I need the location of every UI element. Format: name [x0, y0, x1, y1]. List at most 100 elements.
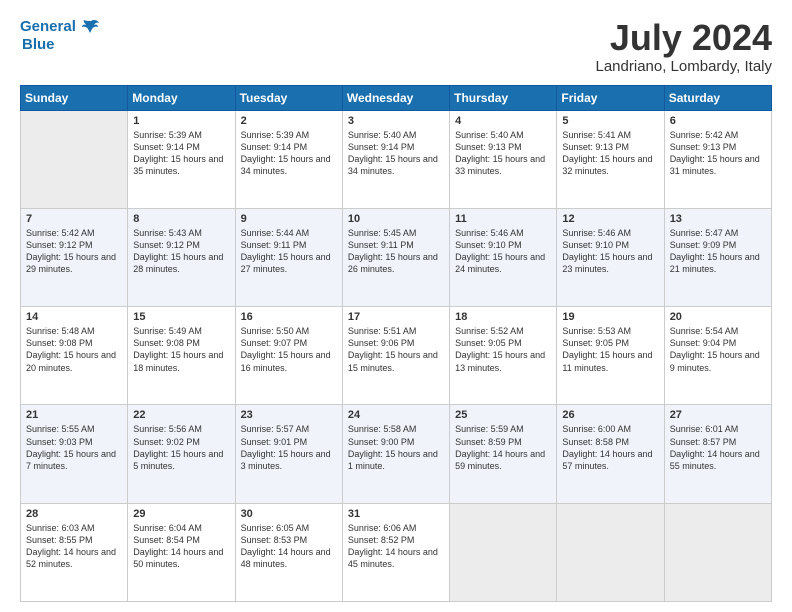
calendar-cell	[664, 503, 771, 601]
calendar-table: SundayMondayTuesdayWednesdayThursdayFrid…	[20, 85, 772, 602]
day-info: Sunrise: 5:48 AMSunset: 9:08 PMDaylight:…	[26, 325, 122, 374]
day-number: 2	[241, 115, 337, 127]
day-info: Sunrise: 5:55 AMSunset: 9:03 PMDaylight:…	[26, 423, 122, 472]
day-info: Sunrise: 5:44 AMSunset: 9:11 PMDaylight:…	[241, 227, 337, 276]
calendar-cell: 28 Sunrise: 6:03 AMSunset: 8:55 PMDaylig…	[21, 503, 128, 601]
title-block: July 2024 Landriano, Lombardy, Italy	[596, 18, 773, 75]
calendar-cell: 21 Sunrise: 5:55 AMSunset: 9:03 PMDaylig…	[21, 405, 128, 503]
day-number: 27	[670, 409, 766, 421]
calendar-cell: 22 Sunrise: 5:56 AMSunset: 9:02 PMDaylig…	[128, 405, 235, 503]
day-info: Sunrise: 5:56 AMSunset: 9:02 PMDaylight:…	[133, 423, 229, 472]
day-number: 21	[26, 409, 122, 421]
day-number: 10	[348, 213, 444, 225]
day-number: 16	[241, 311, 337, 323]
page: General Blue July 2024 Landriano, Lombar…	[0, 0, 792, 612]
day-number: 30	[241, 508, 337, 520]
day-number: 7	[26, 213, 122, 225]
calendar-cell: 12 Sunrise: 5:46 AMSunset: 9:10 PMDaylig…	[557, 208, 664, 306]
day-number: 24	[348, 409, 444, 421]
day-info: Sunrise: 5:58 AMSunset: 9:00 PMDaylight:…	[348, 423, 444, 472]
month-title: July 2024	[596, 18, 773, 58]
calendar-cell: 27 Sunrise: 6:01 AMSunset: 8:57 PMDaylig…	[664, 405, 771, 503]
calendar-cell: 16 Sunrise: 5:50 AMSunset: 9:07 PMDaylig…	[235, 307, 342, 405]
day-info: Sunrise: 5:57 AMSunset: 9:01 PMDaylight:…	[241, 423, 337, 472]
logo-blue: Blue	[22, 36, 100, 53]
day-number: 18	[455, 311, 551, 323]
logo-bird-icon	[82, 19, 100, 35]
day-info: Sunrise: 5:42 AMSunset: 9:12 PMDaylight:…	[26, 227, 122, 276]
calendar-cell: 25 Sunrise: 5:59 AMSunset: 8:59 PMDaylig…	[450, 405, 557, 503]
calendar-cell: 17 Sunrise: 5:51 AMSunset: 9:06 PMDaylig…	[342, 307, 449, 405]
day-info: Sunrise: 5:59 AMSunset: 8:59 PMDaylight:…	[455, 423, 551, 472]
weekday-header-wednesday: Wednesday	[342, 85, 449, 110]
calendar-cell: 20 Sunrise: 5:54 AMSunset: 9:04 PMDaylig…	[664, 307, 771, 405]
logo: General Blue	[20, 18, 100, 53]
day-number: 13	[670, 213, 766, 225]
day-number: 22	[133, 409, 229, 421]
day-number: 26	[562, 409, 658, 421]
weekday-header-tuesday: Tuesday	[235, 85, 342, 110]
day-number: 1	[133, 115, 229, 127]
weekday-header-friday: Friday	[557, 85, 664, 110]
calendar-cell: 29 Sunrise: 6:04 AMSunset: 8:54 PMDaylig…	[128, 503, 235, 601]
day-info: Sunrise: 6:00 AMSunset: 8:58 PMDaylight:…	[562, 423, 658, 472]
day-info: Sunrise: 5:39 AMSunset: 9:14 PMDaylight:…	[133, 129, 229, 178]
calendar-cell	[21, 110, 128, 208]
calendar-cell: 11 Sunrise: 5:46 AMSunset: 9:10 PMDaylig…	[450, 208, 557, 306]
weekday-header-saturday: Saturday	[664, 85, 771, 110]
calendar-cell: 7 Sunrise: 5:42 AMSunset: 9:12 PMDayligh…	[21, 208, 128, 306]
day-info: Sunrise: 5:42 AMSunset: 9:13 PMDaylight:…	[670, 129, 766, 178]
day-info: Sunrise: 5:46 AMSunset: 9:10 PMDaylight:…	[562, 227, 658, 276]
calendar-cell: 8 Sunrise: 5:43 AMSunset: 9:12 PMDayligh…	[128, 208, 235, 306]
calendar-cell: 5 Sunrise: 5:41 AMSunset: 9:13 PMDayligh…	[557, 110, 664, 208]
day-number: 12	[562, 213, 658, 225]
weekday-header-row: SundayMondayTuesdayWednesdayThursdayFrid…	[21, 85, 772, 110]
calendar-cell: 4 Sunrise: 5:40 AMSunset: 9:13 PMDayligh…	[450, 110, 557, 208]
day-info: Sunrise: 5:47 AMSunset: 9:09 PMDaylight:…	[670, 227, 766, 276]
calendar-cell: 6 Sunrise: 5:42 AMSunset: 9:13 PMDayligh…	[664, 110, 771, 208]
weekday-header-sunday: Sunday	[21, 85, 128, 110]
day-number: 29	[133, 508, 229, 520]
calendar-cell: 13 Sunrise: 5:47 AMSunset: 9:09 PMDaylig…	[664, 208, 771, 306]
calendar-cell: 3 Sunrise: 5:40 AMSunset: 9:14 PMDayligh…	[342, 110, 449, 208]
logo-text: General	[20, 18, 100, 36]
weekday-header-monday: Monday	[128, 85, 235, 110]
day-number: 31	[348, 508, 444, 520]
calendar-cell: 18 Sunrise: 5:52 AMSunset: 9:05 PMDaylig…	[450, 307, 557, 405]
day-info: Sunrise: 5:51 AMSunset: 9:06 PMDaylight:…	[348, 325, 444, 374]
day-info: Sunrise: 5:52 AMSunset: 9:05 PMDaylight:…	[455, 325, 551, 374]
day-info: Sunrise: 6:05 AMSunset: 8:53 PMDaylight:…	[241, 522, 337, 571]
calendar-cell: 2 Sunrise: 5:39 AMSunset: 9:14 PMDayligh…	[235, 110, 342, 208]
day-number: 28	[26, 508, 122, 520]
day-number: 8	[133, 213, 229, 225]
day-info: Sunrise: 5:40 AMSunset: 9:13 PMDaylight:…	[455, 129, 551, 178]
day-info: Sunrise: 5:46 AMSunset: 9:10 PMDaylight:…	[455, 227, 551, 276]
day-number: 14	[26, 311, 122, 323]
calendar-cell: 23 Sunrise: 5:57 AMSunset: 9:01 PMDaylig…	[235, 405, 342, 503]
day-info: Sunrise: 6:03 AMSunset: 8:55 PMDaylight:…	[26, 522, 122, 571]
calendar-cell: 14 Sunrise: 5:48 AMSunset: 9:08 PMDaylig…	[21, 307, 128, 405]
calendar-cell: 10 Sunrise: 5:45 AMSunset: 9:11 PMDaylig…	[342, 208, 449, 306]
day-info: Sunrise: 5:53 AMSunset: 9:05 PMDaylight:…	[562, 325, 658, 374]
day-number: 17	[348, 311, 444, 323]
week-row-5: 28 Sunrise: 6:03 AMSunset: 8:55 PMDaylig…	[21, 503, 772, 601]
day-number: 5	[562, 115, 658, 127]
calendar-cell: 31 Sunrise: 6:06 AMSunset: 8:52 PMDaylig…	[342, 503, 449, 601]
day-number: 15	[133, 311, 229, 323]
day-info: Sunrise: 5:43 AMSunset: 9:12 PMDaylight:…	[133, 227, 229, 276]
calendar-cell: 30 Sunrise: 6:05 AMSunset: 8:53 PMDaylig…	[235, 503, 342, 601]
day-number: 11	[455, 213, 551, 225]
day-number: 20	[670, 311, 766, 323]
day-number: 19	[562, 311, 658, 323]
day-number: 4	[455, 115, 551, 127]
day-info: Sunrise: 5:39 AMSunset: 9:14 PMDaylight:…	[241, 129, 337, 178]
calendar-cell: 19 Sunrise: 5:53 AMSunset: 9:05 PMDaylig…	[557, 307, 664, 405]
calendar-cell: 26 Sunrise: 6:00 AMSunset: 8:58 PMDaylig…	[557, 405, 664, 503]
calendar-cell	[450, 503, 557, 601]
calendar-cell: 24 Sunrise: 5:58 AMSunset: 9:00 PMDaylig…	[342, 405, 449, 503]
day-number: 3	[348, 115, 444, 127]
calendar-cell	[557, 503, 664, 601]
logo-general: General	[20, 18, 76, 35]
week-row-3: 14 Sunrise: 5:48 AMSunset: 9:08 PMDaylig…	[21, 307, 772, 405]
week-row-1: 1 Sunrise: 5:39 AMSunset: 9:14 PMDayligh…	[21, 110, 772, 208]
